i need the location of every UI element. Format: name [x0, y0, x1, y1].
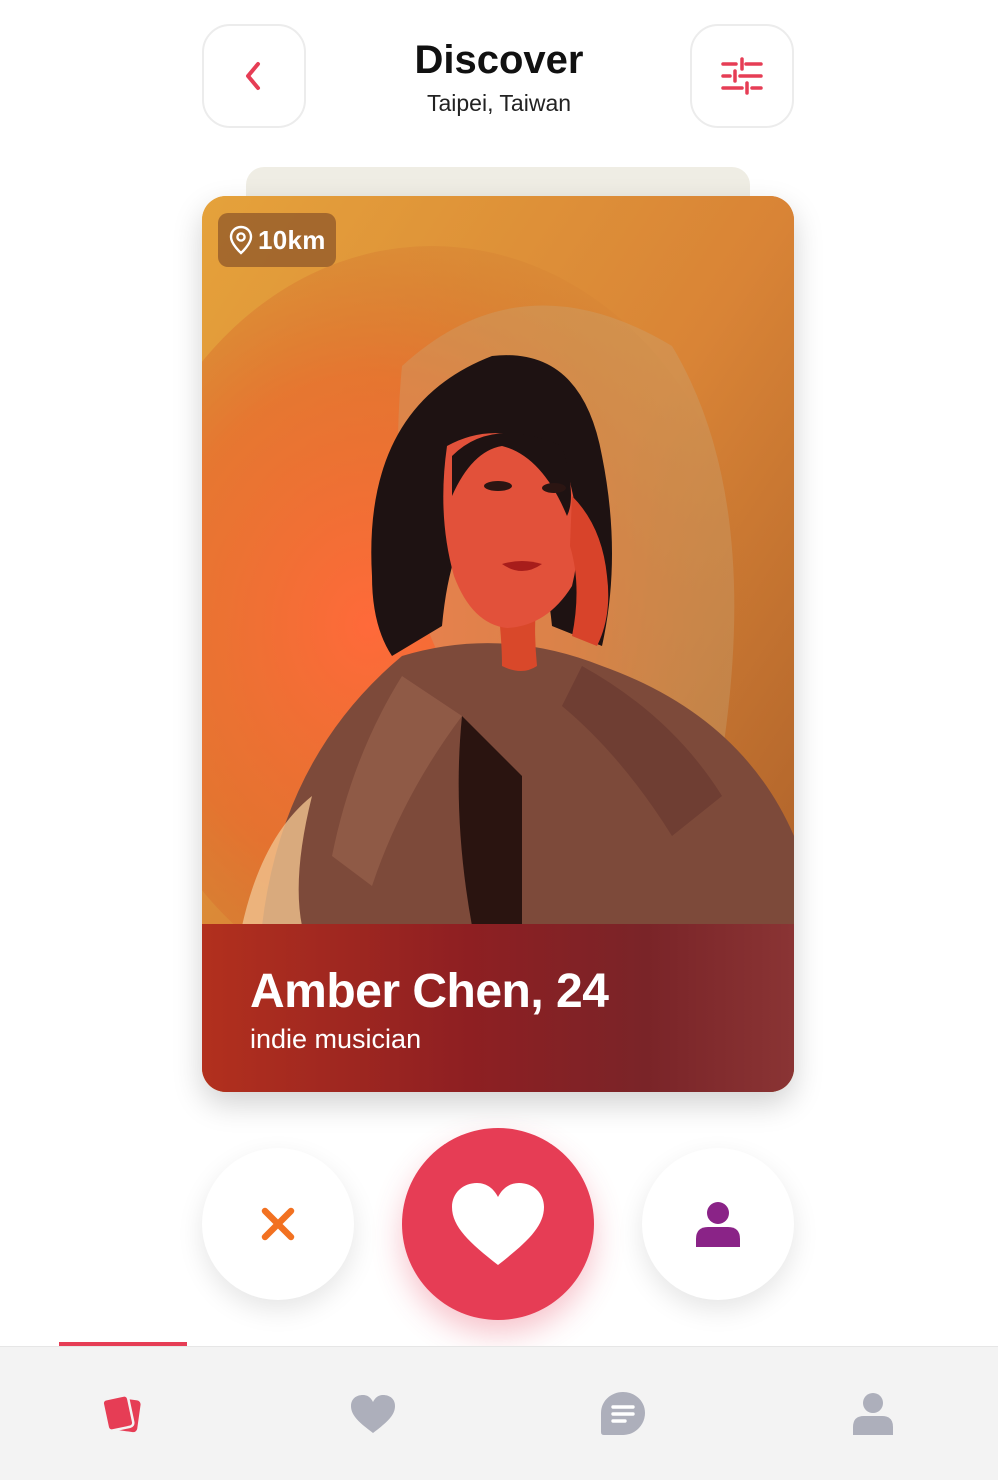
close-icon: [261, 1207, 295, 1241]
profile-card[interactable]: 10km Amber Chen, 24 indie musician: [202, 196, 794, 1092]
page-title: Discover: [414, 38, 584, 82]
tab-likes[interactable]: [313, 1347, 433, 1480]
view-profile-button[interactable]: [642, 1148, 794, 1300]
distance-badge: 10km: [218, 213, 336, 267]
filter-button[interactable]: [690, 24, 794, 128]
tab-cards[interactable]: [63, 1347, 183, 1480]
sliders-icon: [721, 57, 763, 95]
chat-icon: [601, 1392, 645, 1435]
distance-label: 10km: [258, 224, 326, 255]
back-button[interactable]: [202, 24, 306, 128]
header-title-group: Discover Taipei, Taiwan: [330, 36, 668, 118]
chevron-left-icon: [246, 62, 260, 90]
dislike-button[interactable]: [202, 1148, 354, 1300]
user-icon: [853, 1393, 893, 1435]
profile-occupation: indie musician: [250, 1024, 422, 1054]
tab-chat[interactable]: [563, 1347, 683, 1480]
location-label: Taipei, Taiwan: [426, 90, 572, 116]
location-pin-icon: [229, 225, 253, 255]
heart-icon: [452, 1183, 544, 1265]
profile-name-age: Amber Chen, 24: [250, 965, 609, 1018]
user-icon: [696, 1202, 740, 1247]
active-tab-indicator: [59, 1342, 187, 1346]
tab-profile[interactable]: [813, 1347, 933, 1480]
card-info-panel: Amber Chen, 24 indie musician: [202, 924, 794, 1092]
bottom-tab-bar: [0, 1346, 998, 1480]
cards-icon: [101, 1394, 141, 1433]
heart-icon: [351, 1395, 395, 1433]
like-button[interactable]: [402, 1128, 594, 1320]
